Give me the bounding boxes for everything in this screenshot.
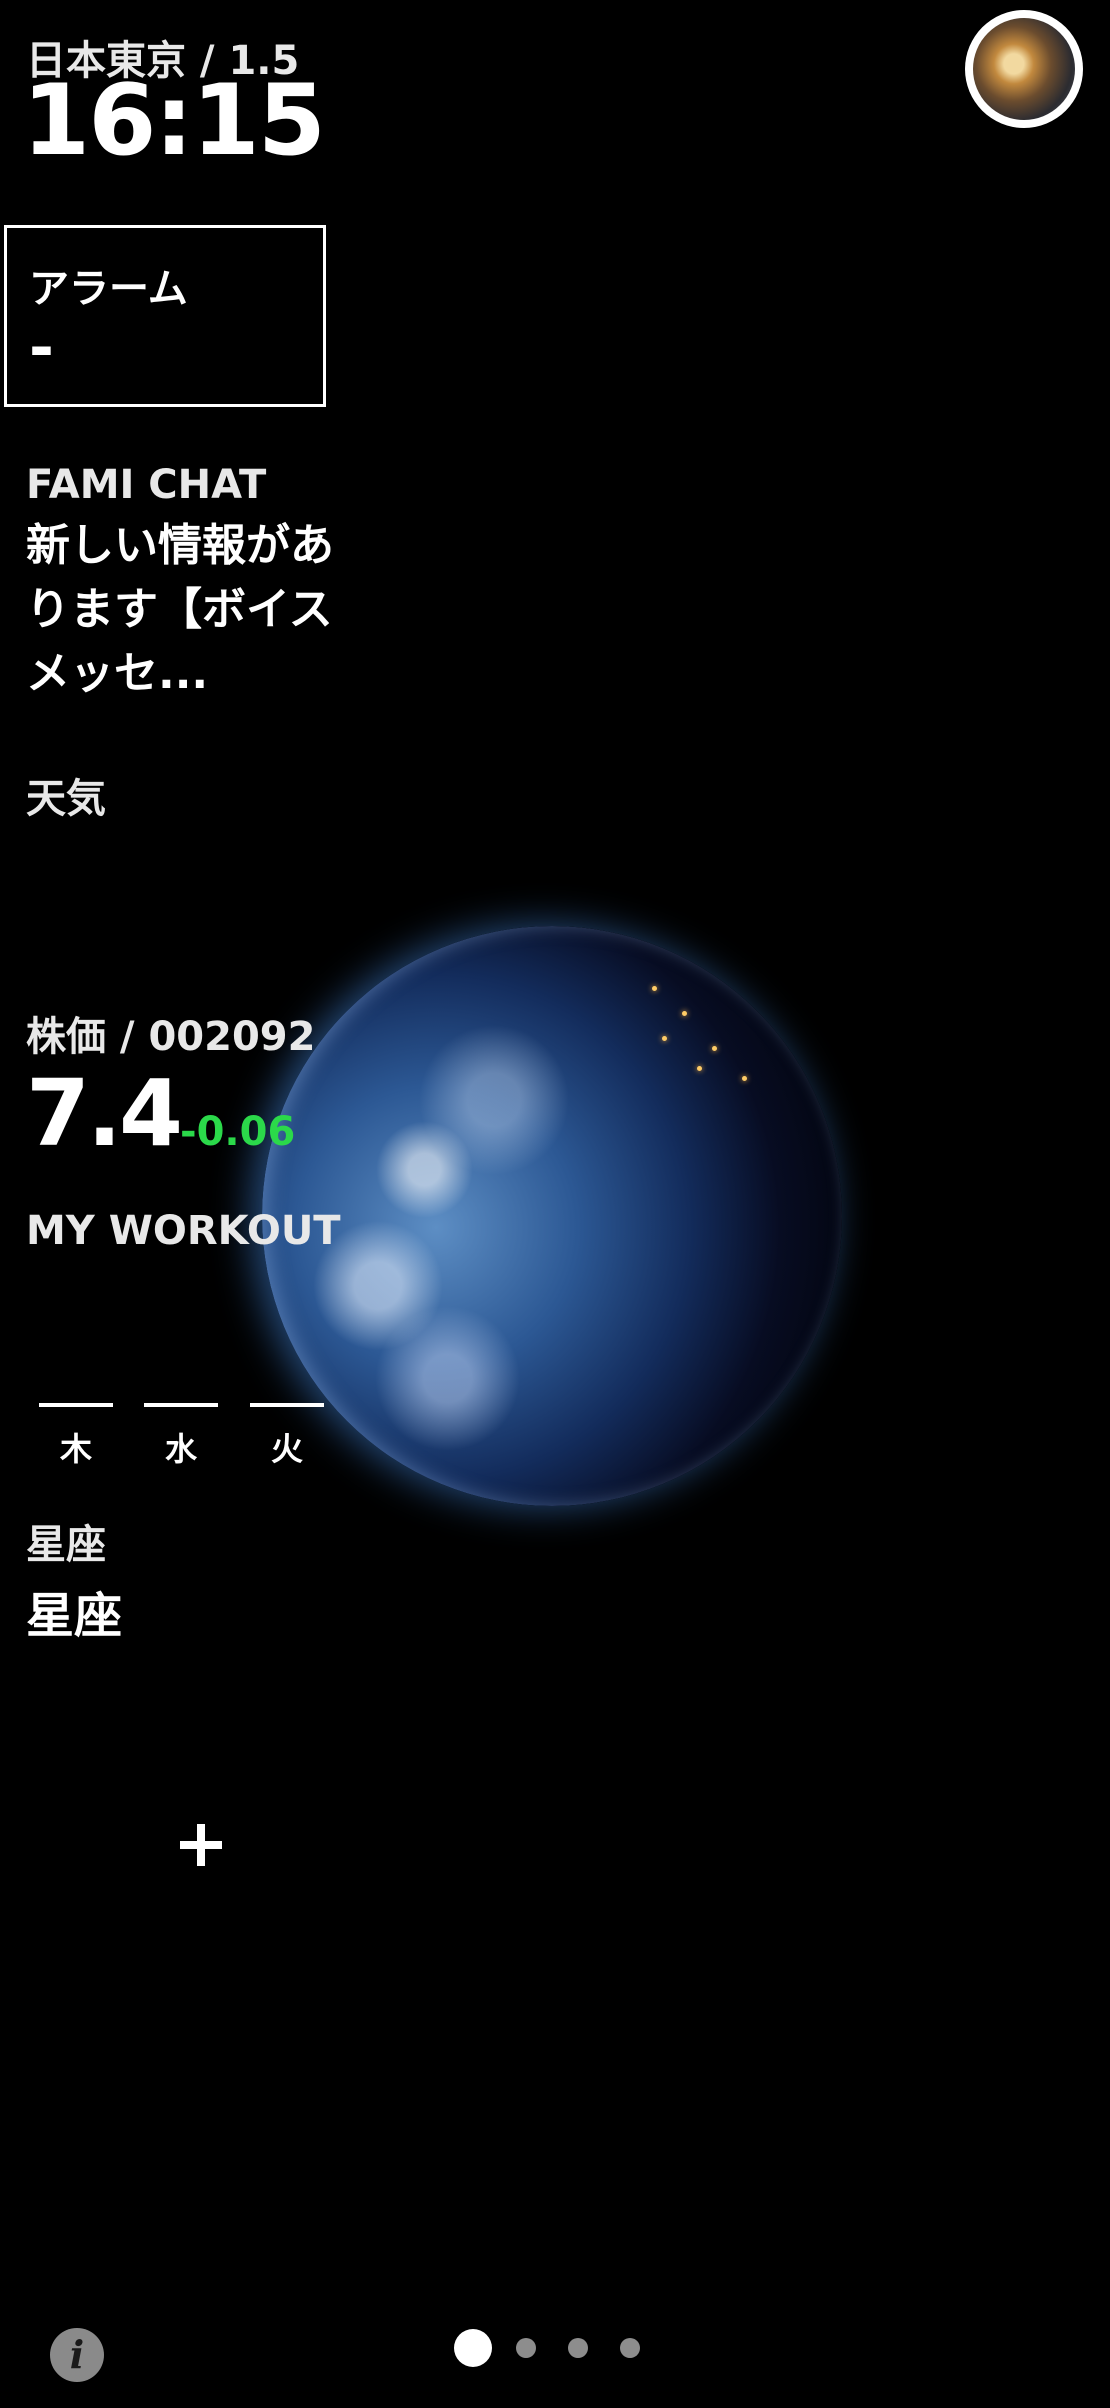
stock-widget[interactable]: 株価 / 002092 7.4-0.06 xyxy=(26,1004,315,1160)
stock-price-row: 7.4-0.06 xyxy=(26,1068,315,1160)
stock-price: 7.4 xyxy=(26,1060,183,1167)
stock-change: -0.06 xyxy=(179,1109,296,1155)
page-dot[interactable] xyxy=(568,2338,588,2358)
plus-icon xyxy=(180,1824,222,1866)
page-dot[interactable] xyxy=(516,2338,536,2358)
city-light xyxy=(712,1046,717,1051)
alarm-value: - xyxy=(29,313,54,383)
chat-app-name: FAMI CHAT xyxy=(26,462,267,508)
workout-bar xyxy=(144,1403,218,1407)
add-widget-button[interactable] xyxy=(170,1814,232,1876)
alarm-widget[interactable]: アラーム - xyxy=(4,225,326,407)
workout-title[interactable]: MY WORKOUT xyxy=(26,1208,341,1254)
alarm-title: アラーム xyxy=(29,266,188,312)
earth-background xyxy=(262,926,842,1506)
avatar-photo-icon xyxy=(973,18,1075,120)
page-dot-active[interactable] xyxy=(454,2329,492,2367)
horoscope-value: 星座 xyxy=(26,1588,123,1644)
workout-day: 火 xyxy=(270,1430,303,1468)
city-light xyxy=(697,1066,702,1071)
city-light xyxy=(652,986,657,991)
city-light xyxy=(662,1036,667,1041)
city-light xyxy=(682,1011,687,1016)
stock-title: 株価 / 002092 xyxy=(26,1014,316,1060)
workout-day: 木 xyxy=(59,1430,92,1468)
chat-message: 新しい情報があります【ボイスメッセ... xyxy=(26,520,334,699)
city-light xyxy=(742,1076,747,1081)
workout-bar xyxy=(250,1403,324,1407)
weather-title[interactable]: 天気 xyxy=(26,766,106,824)
workout-day: 水 xyxy=(164,1430,197,1468)
workout-bar xyxy=(39,1403,113,1407)
info-icon: i xyxy=(69,2332,85,2377)
info-button[interactable]: i xyxy=(50,2328,104,2382)
horoscope-title: 星座 xyxy=(26,1522,106,1568)
horoscope-widget[interactable]: 星座 星座 xyxy=(26,1512,122,1646)
page-dot[interactable] xyxy=(620,2338,640,2358)
page-indicator[interactable] xyxy=(454,2327,644,2367)
chat-widget[interactable]: FAMI CHAT 新しい情報があります【ボイスメッセ... xyxy=(26,462,346,706)
avatar[interactable] xyxy=(965,10,1083,128)
clock-time: 16:15 xyxy=(22,64,326,178)
